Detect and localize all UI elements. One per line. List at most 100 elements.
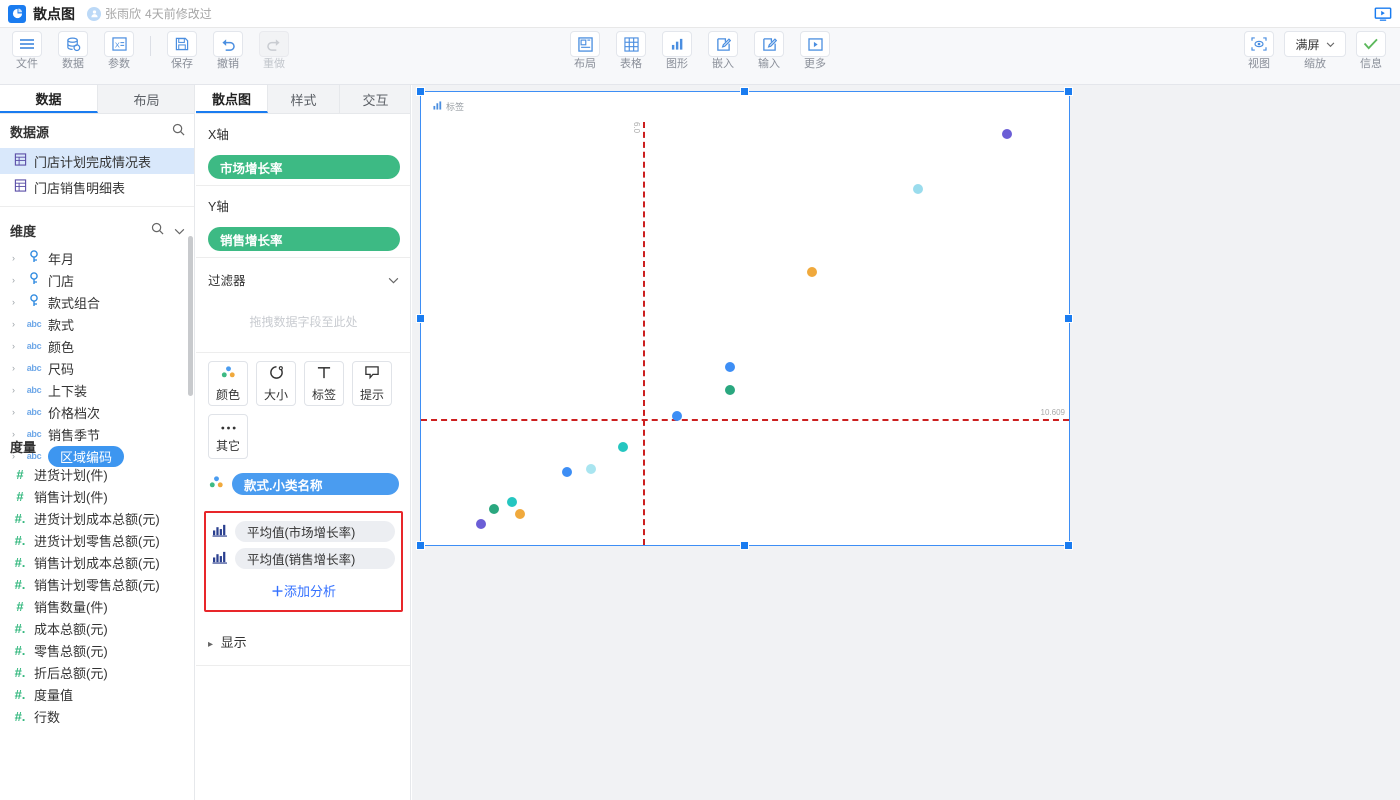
zoom-select[interactable]: 满屏 (1284, 31, 1346, 57)
datasource-item-1[interactable]: 门店销售明细表 (0, 174, 195, 200)
y-axis-field-pill[interactable]: 销售增长率 (208, 227, 400, 251)
resize-handle-tr[interactable] (1064, 87, 1073, 96)
measure-item-7[interactable]: #.成本总额(元) (0, 617, 195, 639)
dimension-item-2[interactable]: ›款式组合 (0, 291, 195, 313)
scatter-point[interactable] (586, 464, 596, 474)
chevron-right-icon[interactable]: › (12, 407, 20, 417)
dimensions-scrollbar[interactable] (188, 236, 193, 396)
resize-handle-mr[interactable] (1064, 314, 1073, 323)
tab-interaction[interactable]: 交互 (340, 85, 411, 113)
toolbar-button-data[interactable]: 数据 (50, 28, 96, 71)
scatter-point[interactable] (618, 442, 628, 452)
analysis-field-pill[interactable]: 平均值(市场增长率) (235, 521, 395, 542)
scatter-point[interactable] (913, 184, 923, 194)
resize-handle-bl[interactable] (416, 541, 425, 550)
database-icon (58, 31, 88, 57)
dimension-item-7[interactable]: ›abc价格档次 (0, 401, 195, 423)
resize-handle-br[interactable] (1064, 541, 1073, 550)
toolbar-button-params[interactable]: X 参数 (96, 28, 142, 71)
scatter-point[interactable] (725, 385, 735, 395)
resize-handle-ml[interactable] (416, 314, 425, 323)
tab-data[interactable]: 数据 (0, 85, 98, 113)
scatter-point[interactable] (507, 497, 517, 507)
toolbar-button-graph[interactable]: 图形 (654, 28, 700, 71)
chevron-right-icon[interactable]: › (12, 253, 20, 263)
toolbar-button-table[interactable]: 表格 (608, 28, 654, 71)
author-chip: 张雨欣 4天前修改过 (87, 5, 212, 22)
toolbar-button-input[interactable]: 输入 (746, 28, 792, 71)
tab-style[interactable]: 样式 (268, 85, 340, 113)
toolbar-button-zoom[interactable]: 满屏 缩放 (1282, 28, 1348, 71)
resize-handle-bc[interactable] (740, 541, 749, 550)
measure-item-2[interactable]: #.进货计划成本总额(元) (0, 507, 195, 529)
dimension-item-0[interactable]: ›年月 (0, 247, 195, 269)
measure-item-0[interactable]: #进货计划(件) (0, 463, 195, 485)
toolbar-button-layout[interactable]: 布局 (562, 28, 608, 71)
measure-item-8[interactable]: #.零售总额(元) (0, 639, 195, 661)
measure-item-3[interactable]: #.进货计划零售总额(元) (0, 529, 195, 551)
mark-button-tooltip[interactable]: 提示 (352, 361, 392, 406)
datasource-item-0[interactable]: 门店计划完成情况表 (0, 148, 195, 174)
present-icon[interactable] (1372, 4, 1394, 24)
add-analysis-button[interactable]: ＋添加分析 (212, 575, 395, 600)
scatter-point[interactable] (515, 509, 525, 519)
scatter-point[interactable] (725, 362, 735, 372)
measure-item-9[interactable]: #.折后总额(元) (0, 661, 195, 683)
x-axis-field-pill[interactable]: 市场增长率 (208, 155, 400, 179)
toolbar-label: 信息 (1360, 58, 1382, 71)
mark-button-size[interactable]: 大小 (256, 361, 296, 406)
dimension-item-3[interactable]: ›abc款式 (0, 313, 195, 335)
scatter-point[interactable] (476, 519, 486, 529)
show-section-header[interactable]: ▸ 显示 (196, 618, 411, 666)
dimension-item-1[interactable]: ›门店 (0, 269, 195, 291)
mark-button-other[interactable]: 其它 (208, 414, 248, 459)
scatter-point[interactable] (562, 467, 572, 477)
reference-line-x[interactable] (643, 122, 645, 545)
toolbar-button-info[interactable]: 信息 (1348, 28, 1394, 71)
toolbar-button-file[interactable]: 文件 (4, 28, 50, 71)
mark-field-pill[interactable]: 款式.小类名称 (232, 473, 399, 495)
scatter-point[interactable] (807, 267, 817, 277)
measure-item-11[interactable]: #.行数 (0, 705, 195, 727)
x-axis-label: X轴 (208, 124, 399, 143)
toolbar-button-view[interactable]: 视图 (1236, 28, 1282, 71)
mark-button-color[interactable]: 颜色 (208, 361, 248, 406)
chevron-right-icon[interactable]: › (12, 275, 20, 285)
chevron-right-icon[interactable]: › (12, 385, 20, 395)
search-icon[interactable] (172, 123, 185, 139)
mark-button-label[interactable]: 标签 (304, 361, 344, 406)
hash-decimal-icon: #. (12, 643, 28, 658)
dimension-item-6[interactable]: ›abc上下装 (0, 379, 195, 401)
resize-handle-tc[interactable] (740, 87, 749, 96)
toolbar-button-undo[interactable]: 撤销 (205, 28, 251, 71)
measure-label: 进货计划零售总额(元) (34, 531, 160, 550)
measure-item-4[interactable]: #.销售计划成本总额(元) (0, 551, 195, 573)
chevron-right-icon[interactable]: › (12, 363, 20, 373)
measure-item-1[interactable]: #销售计划(件) (0, 485, 195, 507)
chevron-right-icon[interactable]: › (12, 341, 20, 351)
scatter-point[interactable] (489, 504, 499, 514)
toolbar-button-save[interactable]: 保存 (159, 28, 205, 71)
chevron-down-icon[interactable] (388, 273, 399, 287)
tab-scatter[interactable]: 散点图 (196, 85, 268, 113)
filter-header[interactable]: 过滤器 (196, 258, 411, 297)
dimension-item-4[interactable]: ›abc颜色 (0, 335, 195, 357)
dimension-item-5[interactable]: ›abc尺码 (0, 357, 195, 379)
reference-line-y[interactable] (421, 419, 1069, 421)
toolbar-button-embed[interactable]: 嵌入 (700, 28, 746, 71)
search-icon[interactable] (151, 222, 164, 238)
toolbar-button-more[interactable]: 更多 (792, 28, 838, 71)
chevron-right-icon[interactable]: › (12, 319, 20, 329)
scatter-point[interactable] (1002, 129, 1012, 139)
tab-layout[interactable]: 布局 (98, 85, 195, 113)
analysis-field-pill[interactable]: 平均值(销售增长率) (235, 548, 395, 569)
resize-handle-tl[interactable] (416, 87, 425, 96)
toolbar-label: 嵌入 (712, 58, 734, 71)
chart-container[interactable]: 标签 6.010.609 (420, 91, 1070, 546)
measure-item-6[interactable]: #销售数量(件) (0, 595, 195, 617)
chevron-down-icon[interactable] (174, 223, 185, 238)
toolbar-button-redo[interactable]: 重做 (251, 28, 297, 71)
measure-item-10[interactable]: #.度量值 (0, 683, 195, 705)
chevron-right-icon[interactable]: › (12, 297, 20, 307)
measure-item-5[interactable]: #.销售计划零售总额(元) (0, 573, 195, 595)
